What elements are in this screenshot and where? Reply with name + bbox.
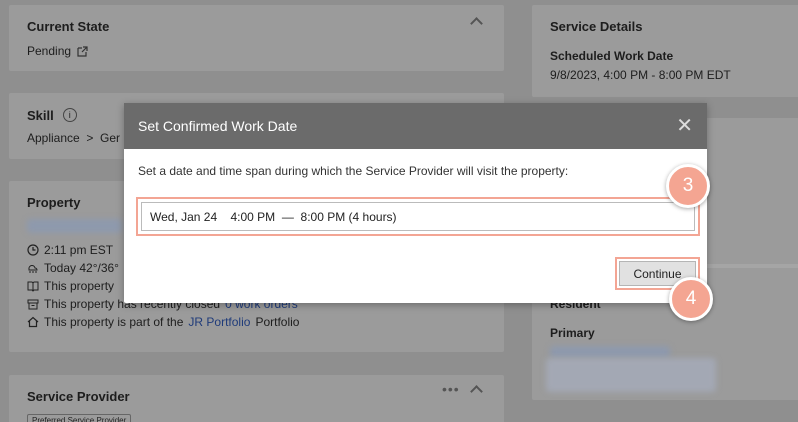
- info-icon[interactable]: i: [62, 108, 77, 122]
- property-time: 2:11 pm EST: [44, 243, 114, 257]
- portfolio-link[interactable]: JR Portfolio: [188, 315, 250, 329]
- current-state-value: Pending: [27, 44, 72, 58]
- preferred-provider-badge: Preferred Service Provider: [27, 414, 132, 422]
- service-details-title: Service Details: [550, 19, 643, 34]
- service-provider-title: Service Provider: [27, 389, 130, 404]
- property-weather: Today 42°/36°: [44, 261, 119, 275]
- resident-name-redacted: [550, 346, 670, 358]
- skill-value: Appliance > Ger: [27, 131, 121, 145]
- scheduled-work-date-label: Scheduled Work Date: [550, 49, 674, 63]
- archive-icon: [27, 298, 39, 310]
- service-provider-card: Service Provider ••• Preferred Service P…: [9, 375, 504, 422]
- dialog-description: Set a date and time span during which th…: [138, 164, 569, 178]
- close-icon[interactable]: ✕: [676, 116, 693, 136]
- house-icon: [27, 316, 39, 328]
- property-address-redacted: [27, 219, 122, 233]
- date-time-span-input[interactable]: Wed, Jan 24 4:00 PM — 8:00 PM (4 hours): [141, 202, 695, 231]
- set-confirmed-work-date-dialog: Set Confirmed Work Date ✕ Set a date and…: [124, 103, 707, 303]
- collapse-chevron-icon[interactable]: [470, 17, 483, 30]
- portfolio-text: This property is part of the: [44, 315, 184, 329]
- scheduled-work-date-value: 9/8/2023, 4:00 PM - 8:00 PM EDT: [550, 68, 731, 82]
- date-highlight: Wed, Jan 24 4:00 PM — 8:00 PM (4 hours): [136, 197, 700, 236]
- primary-label: Primary: [550, 326, 595, 340]
- portfolio-suffix: Portfolio: [255, 315, 300, 329]
- resident-contact-redacted: [546, 358, 716, 392]
- book-icon: [27, 280, 39, 292]
- more-options-icon[interactable]: •••: [442, 381, 460, 397]
- weather-icon: [27, 262, 39, 274]
- property-title: Property: [27, 195, 81, 210]
- clock-icon: [27, 244, 39, 256]
- current-state-card: Current State Pending: [9, 5, 504, 71]
- step-marker-3: 3: [666, 164, 710, 208]
- skill-title: Skill: [27, 107, 54, 123]
- service-details-card: Service Details Scheduled Work Date 9/8/…: [532, 5, 798, 97]
- dialog-title: Set Confirmed Work Date: [138, 118, 298, 134]
- collapse-chevron-icon[interactable]: [470, 385, 483, 398]
- current-state-title: Current State: [27, 19, 110, 34]
- property-info-line: This property: [44, 279, 115, 293]
- dialog-header: Set Confirmed Work Date ✕: [124, 103, 707, 149]
- step-marker-4: 4: [669, 277, 713, 321]
- external-link-icon[interactable]: [76, 45, 88, 57]
